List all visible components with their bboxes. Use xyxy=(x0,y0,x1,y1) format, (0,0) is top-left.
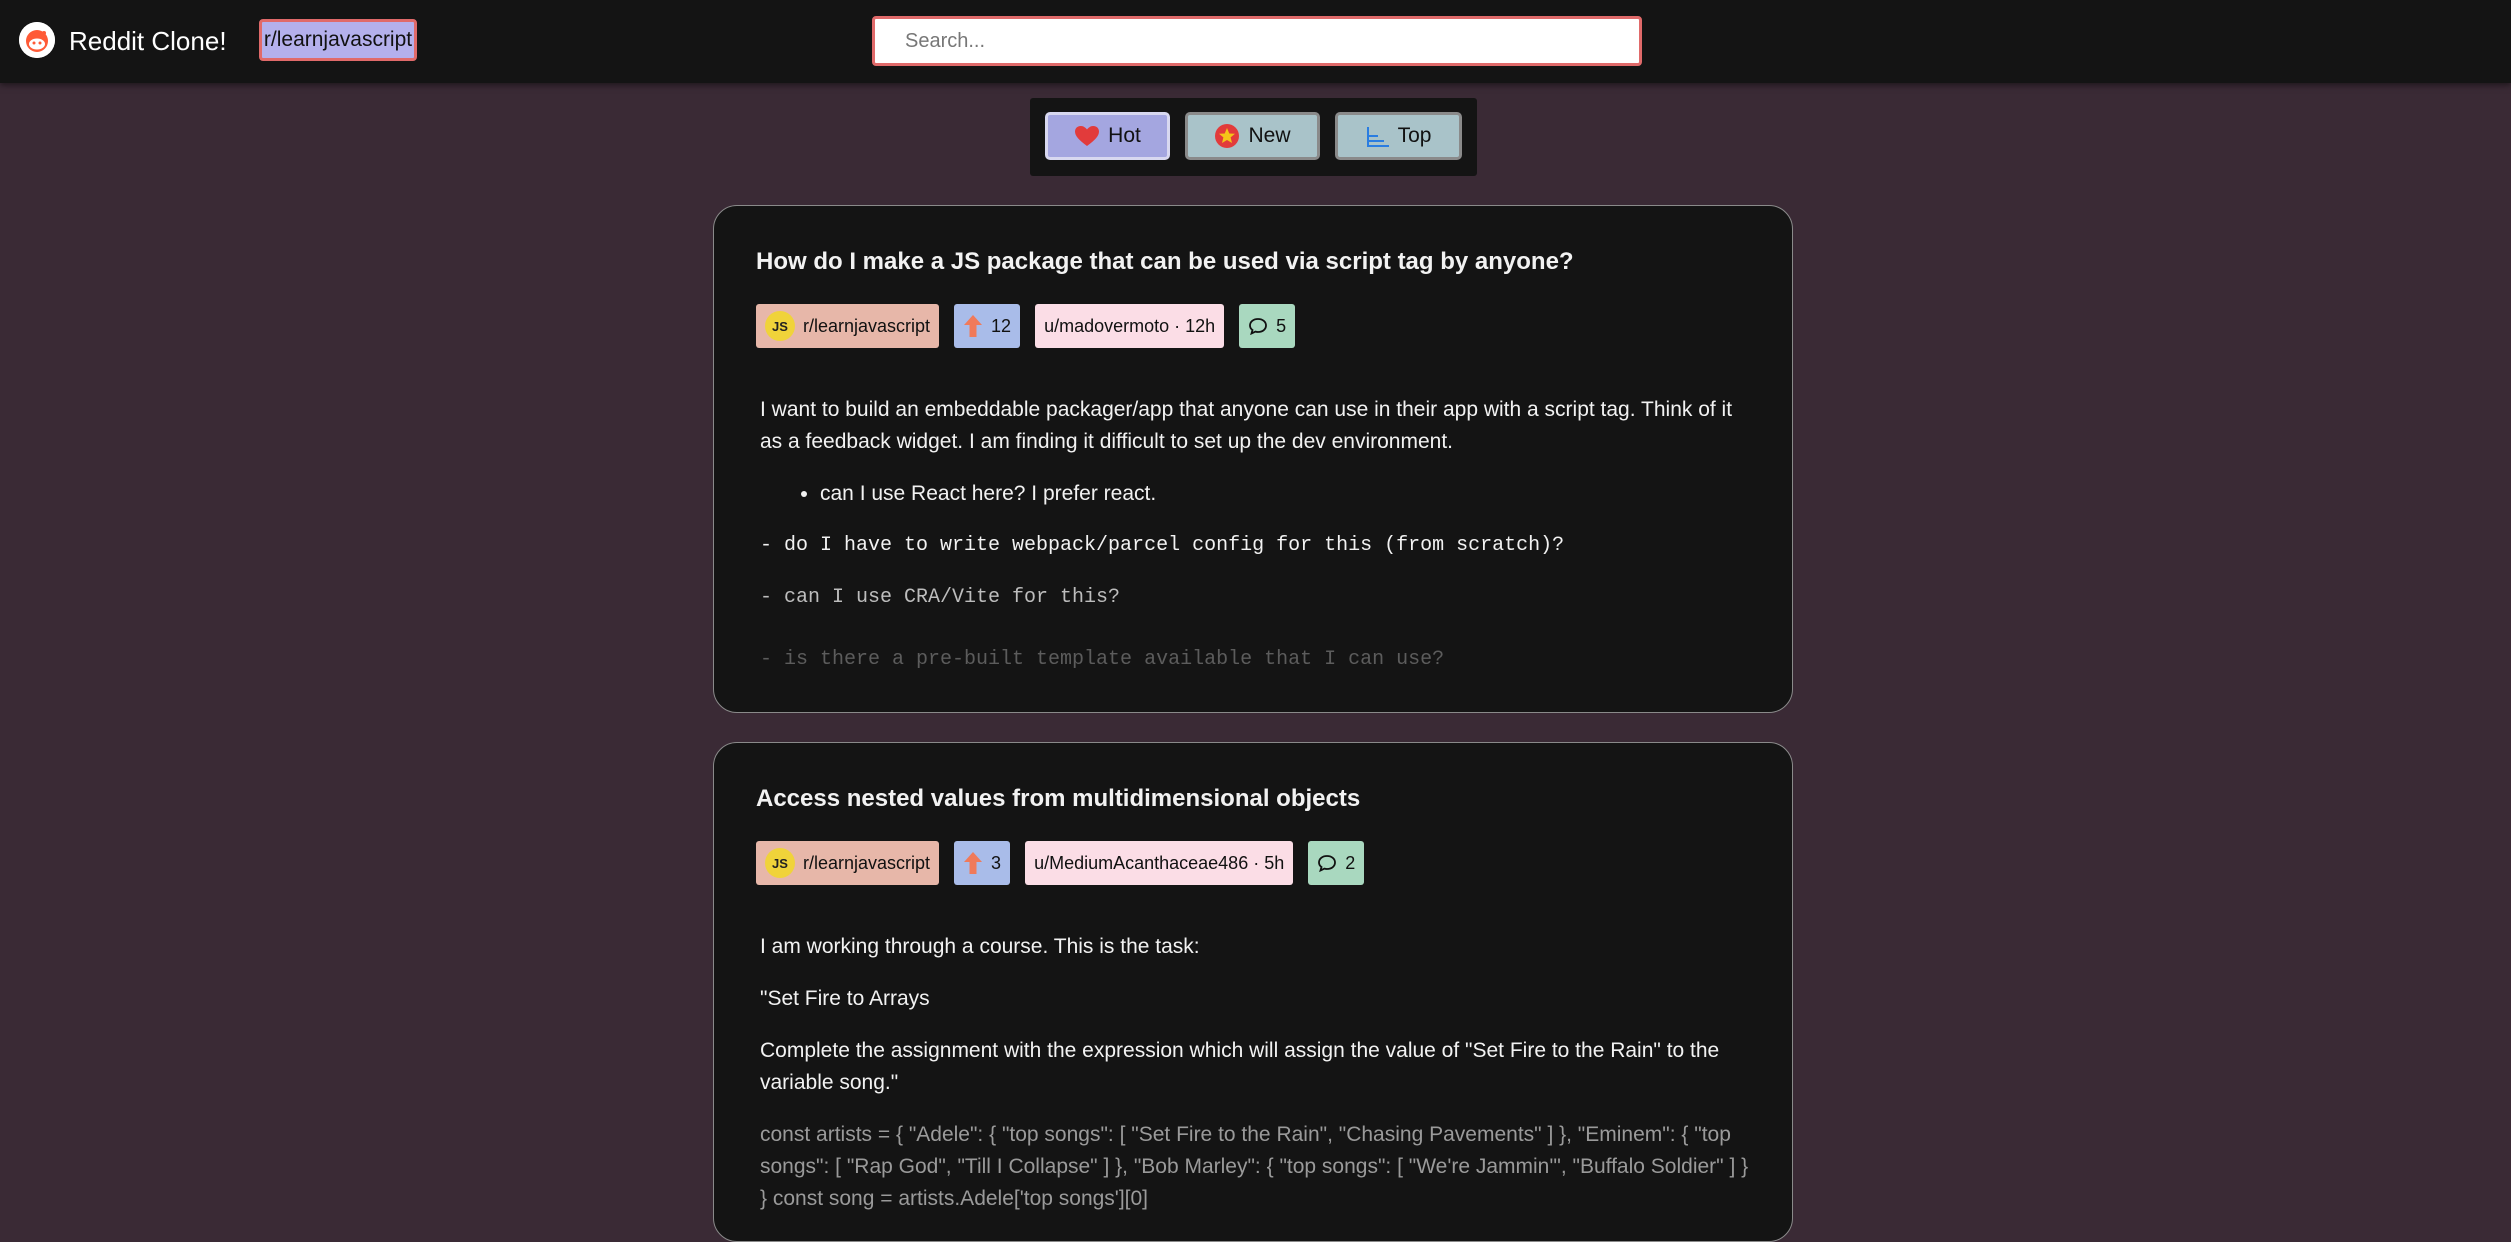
up-arrow-icon xyxy=(964,315,983,337)
sort-bar: Hot New Top xyxy=(1030,98,1477,176)
top-navbar: Reddit Clone! r/learnjavascript xyxy=(0,0,2511,83)
code-line: - is there a pre-built template availabl… xyxy=(760,648,1445,671)
post-meta: JS r/learnjavascript 12 u/madovermoto · … xyxy=(756,304,1296,348)
subreddit-name: r/learnjavascript xyxy=(803,315,931,336)
post-body: I am working through a course. This is t… xyxy=(760,931,1750,1235)
speech-bubble-icon xyxy=(1249,318,1268,335)
reddit-logo-icon[interactable] xyxy=(19,22,55,58)
star-badge-icon xyxy=(1215,124,1240,148)
subreddit-chip[interactable]: JS r/learnjavascript xyxy=(756,841,940,885)
upvote-chip[interactable]: 3 xyxy=(954,841,1011,885)
upvote-count: 12 xyxy=(991,315,1012,336)
post-paragraph: "Set Fire to Arrays xyxy=(760,987,930,1010)
author-chip[interactable]: u/MediumAcanthaceae486 · 5h xyxy=(1025,841,1294,885)
post-paragraph: const artists = { "Adele": { "top songs"… xyxy=(760,1123,1749,1210)
sort-top-button[interactable]: Top xyxy=(1335,112,1462,160)
post-body: I want to build an embeddable packager/a… xyxy=(760,394,1750,696)
bar-chart-icon xyxy=(1366,127,1389,147)
comment-count: 5 xyxy=(1276,315,1287,336)
sort-top-label: Top xyxy=(1397,124,1432,147)
app-title[interactable]: Reddit Clone! xyxy=(69,26,227,57)
subreddit-chip[interactable]: JS r/learnjavascript xyxy=(756,304,940,348)
code-line: - can I use CRA/Vite for this? xyxy=(760,586,1121,609)
heart-icon xyxy=(1075,126,1100,146)
author-and-time: u/MediumAcanthaceae486 · 5h xyxy=(1034,852,1285,873)
post-title[interactable]: Access nested values from multidimension… xyxy=(756,785,1360,813)
author-and-time: u/madovermoto · 12h xyxy=(1044,315,1216,336)
list-item: can I use React here? I prefer react. xyxy=(820,478,1750,510)
subreddit-button[interactable]: r/learnjavascript xyxy=(259,19,417,61)
author-chip[interactable]: u/madovermoto · 12h xyxy=(1035,304,1225,348)
subreddit-name: r/learnjavascript xyxy=(803,852,931,873)
post-title[interactable]: How do I make a JS package that can be u… xyxy=(756,248,1574,276)
up-arrow-icon xyxy=(964,852,983,874)
comment-count: 2 xyxy=(1345,852,1356,873)
post-paragraph: I want to build an embeddable packager/a… xyxy=(760,398,1733,453)
sort-hot-label: Hot xyxy=(1108,124,1141,147)
comments-chip[interactable]: 5 xyxy=(1239,304,1296,348)
sort-hot-button[interactable]: Hot xyxy=(1045,112,1170,160)
js-badge-icon: JS xyxy=(765,848,795,878)
post-card[interactable]: How do I make a JS package that can be u… xyxy=(713,205,1793,713)
post-list: can I use React here? I prefer react. xyxy=(760,478,1750,510)
comments-chip[interactable]: 2 xyxy=(1308,841,1365,885)
code-line: - do I have to write webpack/parcel conf… xyxy=(760,534,1565,557)
sort-new-label: New xyxy=(1248,124,1291,147)
post-paragraph: Complete the assignment with the express… xyxy=(760,1039,1720,1094)
speech-bubble-icon xyxy=(1318,855,1337,872)
upvote-chip[interactable]: 12 xyxy=(954,304,1021,348)
post-card[interactable]: Access nested values from multidimension… xyxy=(713,742,1793,1242)
search-input[interactable] xyxy=(872,16,1642,66)
sort-new-button[interactable]: New xyxy=(1185,112,1320,160)
js-badge-icon: JS xyxy=(765,311,795,341)
post-meta: JS r/learnjavascript 3 u/MediumAcanthace… xyxy=(756,841,1365,885)
upvote-count: 3 xyxy=(991,852,1002,873)
post-paragraph: I am working through a course. This is t… xyxy=(760,935,1200,958)
